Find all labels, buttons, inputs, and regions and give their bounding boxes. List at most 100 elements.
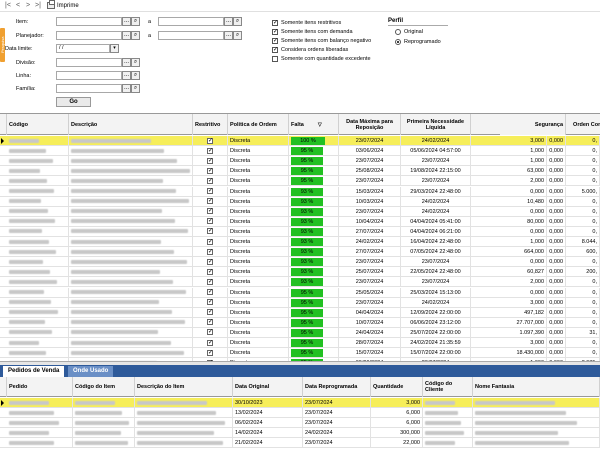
option-quantidade-excedente[interactable]: Somente com quantidade excedente: [272, 56, 371, 62]
header-nome-fantasia[interactable]: Nome Fantasia: [473, 377, 600, 397]
table-row[interactable]: ✓ Discreta 93 % 10/04/2024 04/04/2024 05:41:…: [0, 216, 600, 227]
checkbox-restritivo[interactable]: ✓: [207, 309, 213, 316]
option-demanda[interactable]: ✓ Somente itens com demanda: [272, 29, 353, 35]
checkbox-restritivo[interactable]: ✓: [207, 319, 213, 326]
option-balanco-negativo[interactable]: ✓ Somente itens com balanço negativo: [272, 38, 371, 44]
divisao-search-icon[interactable]: ⌕: [131, 58, 140, 67]
table-row[interactable]: ✓ Discreta 93 % 15/03/2024 29/03/2024 22:48:…: [0, 186, 600, 197]
table-row[interactable]: ✓ Discreta 95 % 10/07/2024 06/06/2024 23:12:…: [0, 317, 600, 328]
pesquisa-side-tab[interactable]: Pesquisa: [0, 28, 5, 62]
table-row[interactable]: ✓ Discreta 93 % 25/07/2024 22/05/2024 22:48:…: [0, 267, 600, 278]
header-data-original[interactable]: Data Original: [233, 377, 303, 397]
option-restritivos[interactable]: ✓ Somente itens restritivos: [272, 20, 341, 26]
table-row[interactable]: ✓ Discreta 93 % 24/02/2024 16/04/2024 22:48:…: [0, 237, 600, 248]
planejador-to-lookup-button[interactable]: ...: [224, 31, 233, 40]
header-descricao-item[interactable]: Descrição do Item: [135, 377, 233, 397]
header-primeira-necessidade[interactable]: Primeira Necessidade Líquida: [401, 114, 471, 135]
radio-reprogramado[interactable]: [395, 39, 401, 45]
item-to-input[interactable]: [158, 17, 224, 26]
header-data-reprogramada[interactable]: Data Reprogramada: [303, 377, 371, 397]
data-limite-dropdown-icon[interactable]: ▾: [110, 44, 119, 53]
header-falta[interactable]: Falta ▽: [289, 114, 339, 135]
last-record-button[interactable]: >|: [33, 1, 43, 11]
table-row[interactable]: ✓ Discreta 95 % 25/08/2024 19/08/2024 22:15:…: [0, 166, 600, 177]
checkbox-balanco-negativo[interactable]: ✓: [272, 38, 278, 44]
familia-lookup-button[interactable]: ...: [122, 84, 131, 93]
table-row[interactable]: ✓ Discreta 95 % 24/04/2024 25/07/2024 22:00:…: [0, 327, 600, 338]
first-record-button[interactable]: |<: [3, 1, 13, 11]
checkbox-restritivos[interactable]: ✓: [272, 20, 278, 26]
planejador-to-search-icon[interactable]: ⌕: [233, 31, 242, 40]
checkbox-restritivo[interactable]: ✓: [207, 137, 213, 144]
item-from-search-icon[interactable]: ⌕: [131, 17, 140, 26]
header-pedido[interactable]: Pedido: [7, 377, 73, 397]
table-row[interactable]: ✓ Discreta 95 % 25/05/2024 25/03/2024 15:13:…: [0, 287, 600, 298]
go-button[interactable]: Go: [56, 97, 91, 107]
perfil-reprogramado-option[interactable]: Reprogramado: [395, 39, 441, 45]
table-row[interactable]: 30/10/2023 23/07/2024 3,000: [0, 398, 600, 408]
linha-search-icon[interactable]: ⌕: [131, 71, 140, 80]
planejador-from-input[interactable]: [56, 31, 122, 40]
checkbox-restritivo[interactable]: ✓: [207, 228, 213, 235]
familia-search-icon[interactable]: ⌕: [131, 84, 140, 93]
linha-input[interactable]: [56, 71, 122, 80]
header-politica[interactable]: Política de Ordem: [228, 114, 289, 135]
header-ordem-com[interactable]: Orden Com: [566, 114, 600, 135]
checkbox-restritivo[interactable]: ✓: [207, 218, 213, 225]
checkbox-restritivo[interactable]: ✓: [207, 157, 213, 164]
checkbox-quantidade-excedente[interactable]: [272, 56, 278, 62]
table-row[interactable]: ✓ Discreta 93 % 23/07/2024 24/02/2024 0,000 0,…: [0, 206, 600, 217]
header-seguranca[interactable]: Segurança: [500, 114, 566, 135]
table-row[interactable]: ✓ Discreta 93 % 27/07/2024 07/05/2024 22:48:…: [0, 247, 600, 258]
header-codigo-item[interactable]: Código do Item: [73, 377, 135, 397]
checkbox-restritivo[interactable]: ✓: [207, 248, 213, 255]
divisao-lookup-button[interactable]: ...: [122, 58, 131, 67]
table-row[interactable]: ✓ Discreta 95 % 28/07/2024 24/02/2024 21:35:…: [0, 338, 600, 349]
table-row[interactable]: ✓ Discreta 93 % 10/03/2024 24/02/2024 10,480 0…: [0, 196, 600, 207]
table-row[interactable]: ✓ Discreta 95 % 03/06/2024 05/06/2024 04:57:…: [0, 146, 600, 157]
checkbox-ordens-liberadas[interactable]: ✓: [272, 47, 278, 53]
header-codigo-cliente[interactable]: Código do Cliente: [423, 377, 473, 397]
table-row[interactable]: ✓ Discreta 95 % 15/07/2024 15/07/2024 22:00:…: [0, 348, 600, 359]
checkbox-restritivo[interactable]: ✓: [207, 278, 213, 285]
previous-record-button[interactable]: <: [13, 1, 23, 11]
familia-input[interactable]: [56, 84, 122, 93]
checkbox-demanda[interactable]: ✓: [272, 29, 278, 35]
checkbox-restritivo[interactable]: ✓: [207, 208, 213, 215]
header-restritivo[interactable]: Restritivo: [193, 114, 228, 135]
table-row[interactable]: 21/02/2024 23/07/2024 22,000: [0, 438, 600, 448]
item-to-search-icon[interactable]: ⌕: [233, 17, 242, 26]
item-from-lookup-button[interactable]: ...: [122, 17, 131, 26]
checkbox-restritivo[interactable]: ✓: [207, 198, 213, 205]
table-row[interactable]: 14/02/2024 24/02/2024 300,000: [0, 428, 600, 438]
checkbox-restritivo[interactable]: ✓: [207, 258, 213, 265]
checkbox-restritivo[interactable]: ✓: [207, 167, 213, 174]
table-row[interactable]: ✓ Discreta 95 % 04/04/2024 12/09/2024 22:00:…: [0, 307, 600, 318]
header-descricao[interactable]: Descrição: [69, 114, 193, 135]
table-row[interactable]: 13/02/2024 23/07/2024 6,000: [0, 408, 600, 418]
table-row[interactable]: ✓ Discreta 93 % 23/07/2024 23/07/2024 0,000 0,…: [0, 257, 600, 268]
checkbox-restritivo[interactable]: ✓: [207, 329, 213, 336]
header-quantidade[interactable]: Quantidade: [371, 377, 423, 397]
checkbox-restritivo[interactable]: ✓: [207, 349, 213, 356]
planejador-from-lookup-button[interactable]: ...: [122, 31, 131, 40]
planejador-from-search-icon[interactable]: ⌕: [131, 31, 140, 40]
table-row[interactable]: ✓ Discreta 93 % 27/07/2024 04/04/2024 06:21:…: [0, 226, 600, 237]
checkbox-restritivo[interactable]: ✓: [207, 268, 213, 275]
table-row[interactable]: 06/02/2024 23/07/2024 6,000: [0, 418, 600, 428]
table-row[interactable]: ✓ Discreta 95 % 23/07/2024 23/07/2024 1,000 0,…: [0, 156, 600, 167]
header-codigo[interactable]: Código: [7, 114, 69, 135]
perfil-original-option[interactable]: Original: [395, 29, 423, 35]
checkbox-restritivo[interactable]: ✓: [207, 289, 213, 296]
divisao-input[interactable]: [56, 58, 122, 67]
next-record-button[interactable]: >: [23, 1, 33, 11]
checkbox-restritivo[interactable]: ✓: [207, 339, 213, 346]
tab-onde-usado[interactable]: Onde Usado: [68, 366, 114, 377]
checkbox-restritivo[interactable]: ✓: [207, 188, 213, 195]
checkbox-restritivo[interactable]: ✓: [207, 177, 213, 184]
planejador-to-input[interactable]: [158, 31, 224, 40]
linha-lookup-button[interactable]: ...: [122, 71, 131, 80]
tab-pedidos-de-venda[interactable]: Pedidos de Venda: [3, 366, 65, 377]
print-button[interactable]: Imprime: [47, 0, 79, 9]
checkbox-restritivo[interactable]: ✓: [207, 299, 213, 306]
